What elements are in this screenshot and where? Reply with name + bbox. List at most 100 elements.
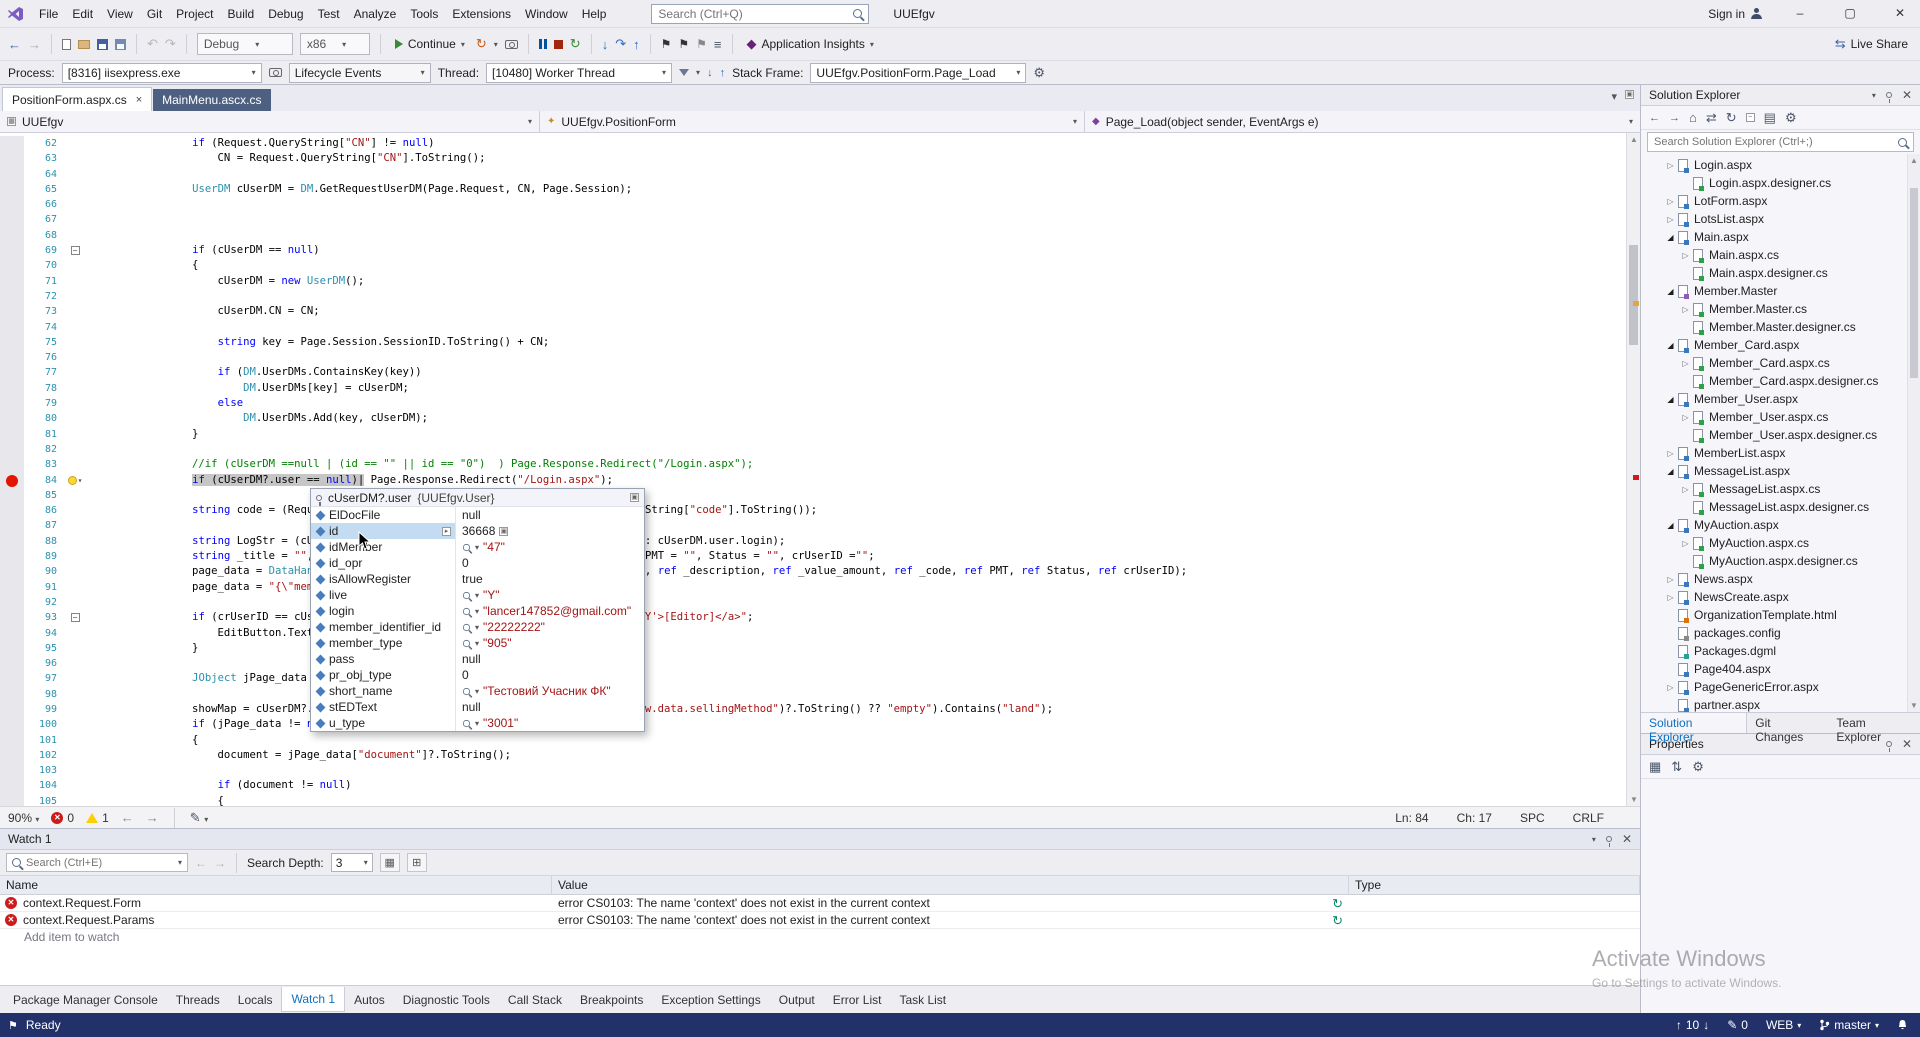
code-text[interactable]: if (DM.UserDMs.ContainsKey(key)) (90, 365, 1640, 380)
breakpoint-margin[interactable] (0, 487, 24, 504)
breakpoint-margin[interactable] (0, 533, 24, 550)
tree-item[interactable]: ◢ Member.Master (1641, 282, 1920, 300)
datatip-member-value[interactable]: ▾ "22222222" (456, 620, 644, 634)
breakpoint-margin[interactable] (0, 763, 24, 779)
tree-item[interactable]: Login.aspx.designer.cs (1641, 174, 1920, 192)
solution-explorer-search-box[interactable] (1647, 132, 1914, 152)
tree-item[interactable]: ▷ MyAuction.aspx.cs (1641, 534, 1920, 552)
breakpoint-margin[interactable] (0, 319, 24, 335)
fold-margin[interactable] (60, 167, 90, 182)
fold-margin[interactable] (60, 258, 90, 273)
breakpoint-margin[interactable] (0, 243, 24, 259)
breakpoint-margin[interactable] (0, 212, 24, 228)
document-tab[interactable]: PositionForm.aspx.cs × (2, 87, 153, 111)
se-refresh-icon[interactable]: ↻ (1726, 110, 1737, 126)
datatip-member-value[interactable]: 0 (456, 668, 644, 682)
breakpoint-margin[interactable] (0, 564, 24, 580)
watch-pin-icon[interactable] (1605, 836, 1612, 847)
close-tab-icon[interactable]: × (136, 94, 142, 106)
nav-forward-small-icon[interactable]: → (146, 810, 159, 825)
pin-to-source-icon[interactable]: ▣ (630, 493, 639, 502)
tool-tab-output[interactable]: Output (770, 988, 824, 1012)
datatip-member-value[interactable]: null (456, 652, 644, 666)
code-text[interactable] (90, 763, 1640, 778)
expand-icon[interactable]: ▷ (1664, 215, 1677, 224)
se-home-icon[interactable]: ⌂ (1689, 110, 1697, 125)
menu-debug[interactable]: Debug (261, 3, 310, 25)
code-text[interactable]: cUserDM.CN = CN; (90, 304, 1640, 319)
tree-item[interactable]: Main.aspx.designer.cs (1641, 264, 1920, 282)
menu-file[interactable]: File (32, 3, 65, 25)
tree-item[interactable]: ◢ MyAuction.aspx (1641, 516, 1920, 534)
se-tab-git-changes[interactable]: Git Changes (1747, 713, 1828, 744)
pin-icon[interactable] (316, 494, 322, 506)
collapse-icon[interactable]: ◢ (1664, 521, 1677, 530)
datatip-member-value[interactable]: ▾ "3001" (456, 716, 644, 730)
expand-icon[interactable]: ▷ (1664, 593, 1677, 602)
breakpoint-margin[interactable] (0, 610, 24, 626)
properties-close-icon[interactable]: ✕ (1902, 737, 1912, 751)
text-visualizer-icon[interactable] (462, 607, 471, 615)
menu-view[interactable]: View (100, 3, 140, 25)
tool-tab-threads[interactable]: Threads (167, 988, 229, 1012)
scroll-up-icon[interactable]: ▲ (1630, 135, 1638, 144)
se-switch-views-icon[interactable]: ⇄ (1706, 110, 1717, 126)
se-position-icon[interactable]: ▾ (1872, 91, 1876, 100)
output-window-icon[interactable]: ≡ (714, 37, 722, 52)
code-text[interactable]: if (cUserDM?.user == null)| Page.Respons… (90, 473, 1640, 488)
datatip-member-name[interactable]: short_name (311, 683, 456, 699)
datatip-member-value[interactable]: 0 (456, 556, 644, 570)
datatip-member-name[interactable]: login (311, 603, 456, 619)
breakpoint-margin[interactable] (0, 594, 24, 611)
fold-margin[interactable] (60, 365, 90, 380)
watch-close-icon[interactable]: ✕ (1622, 832, 1632, 846)
error-count[interactable]: ✕ 0 (51, 811, 74, 825)
scroll-down-icon[interactable]: ▼ (1630, 795, 1638, 804)
fold-margin[interactable] (60, 442, 90, 457)
datatip-member-row[interactable]: ElDocFile null (311, 507, 644, 523)
tool-tab-error-list[interactable]: Error List (824, 988, 891, 1012)
datatip-member-value[interactable]: ▾ "Тестовий Учасник ФК" (456, 684, 644, 698)
breakpoint-margin[interactable] (0, 350, 24, 366)
breakpoint-margin[interactable] (0, 197, 24, 213)
text-visualizer-icon[interactable] (462, 623, 471, 631)
refresh-value-icon[interactable]: ↻ (1332, 896, 1343, 910)
breakpoint-flag2-icon[interactable]: ⚑ (678, 37, 689, 51)
tool-tab-package-manager-console[interactable]: Package Manager Console (4, 988, 167, 1012)
tree-item[interactable]: MessageList.aspx.designer.cs (1641, 498, 1920, 516)
tree-item[interactable]: ◢ MessageList.aspx (1641, 462, 1920, 480)
text-visualizer-icon[interactable] (462, 687, 471, 695)
stop-debugging-icon[interactable] (553, 39, 563, 49)
se-tab-solution-explorer[interactable]: Solution Explorer (1641, 713, 1748, 744)
code-text[interactable]: { (90, 794, 1640, 806)
breakpoint-margin[interactable] (0, 549, 24, 565)
breakpoint-margin[interactable] (0, 426, 24, 442)
nav-back-icon[interactable]: ← (8, 37, 21, 52)
restart-icon[interactable]: ↻ (570, 36, 581, 52)
breakpoint-margin[interactable] (0, 747, 24, 764)
breakpoint-margin[interactable] (0, 625, 24, 641)
code-text[interactable]: if (cUserDM == null) (90, 243, 1640, 258)
se-scroll-up-icon[interactable]: ▲ (1910, 156, 1918, 165)
code-text[interactable] (90, 289, 1640, 304)
code-text[interactable]: if (Request.QueryString["CN"] != null) (90, 136, 1640, 151)
datatip-member-name[interactable]: stEDText (311, 699, 456, 715)
breakpoint-margin[interactable] (0, 258, 24, 274)
datatip-member-row[interactable]: member_identifier_id ▾ "22222222" (311, 619, 644, 635)
collapse-icon[interactable]: ◢ (1664, 467, 1677, 476)
menu-edit[interactable]: Edit (65, 3, 100, 25)
code-text[interactable]: //if (cUserDM ==null | (id == "" || id =… (90, 457, 1640, 472)
tree-item[interactable]: OrganizationTemplate.html (1641, 606, 1920, 624)
tree-item[interactable]: ▷ Login.aspx (1641, 156, 1920, 174)
step-into-icon[interactable]: ↓ (602, 37, 609, 52)
fold-margin[interactable]: − (60, 243, 90, 258)
thread-dropdown[interactable]: [10480] Worker Thread ▾ (486, 62, 673, 83)
eol-indicator[interactable]: CRLF (1573, 811, 1604, 825)
breakpoint-margin[interactable] (0, 304, 24, 320)
solution-explorer-search-input[interactable] (1654, 136, 1898, 148)
fold-margin[interactable] (60, 626, 90, 641)
datatip-member-name[interactable]: id ▸ (311, 523, 456, 539)
watch-value-cell[interactable]: error CS0103: The name 'context' does no… (552, 913, 1349, 927)
sign-in-button[interactable]: Sign in (1700, 7, 1770, 21)
code-text[interactable]: DM.UserDMs[key] = cUserDM; (90, 381, 1640, 396)
